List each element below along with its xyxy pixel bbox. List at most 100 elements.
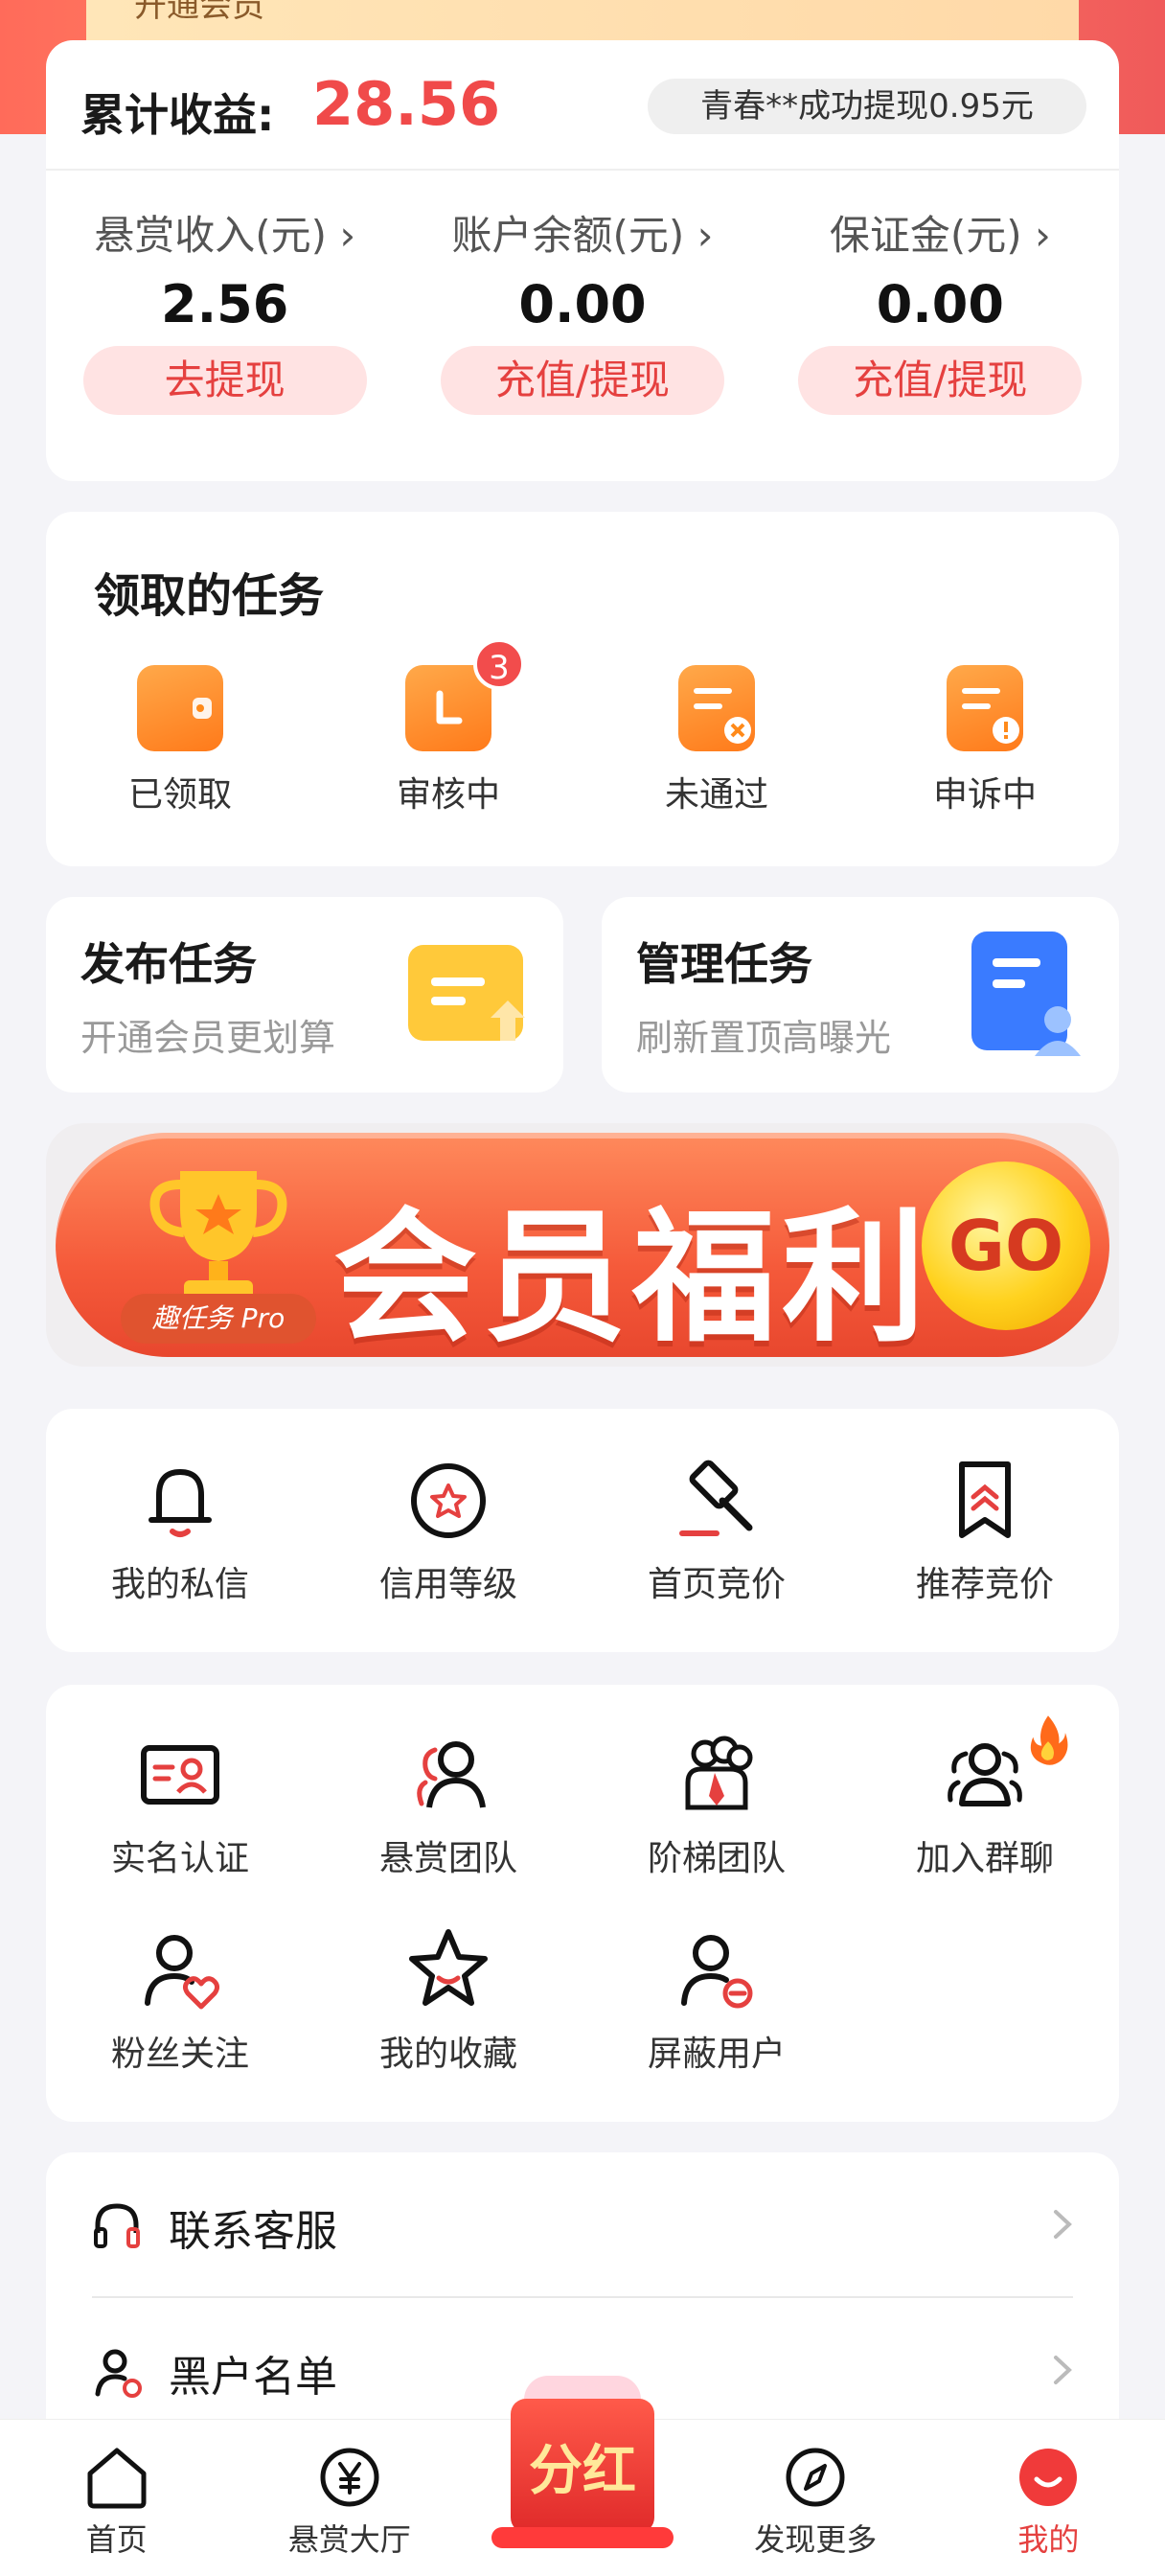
deposit-amount: 0.00 [876, 274, 1004, 334]
wallet-icon [137, 665, 223, 751]
earnings-header: 累计收益: 28.56 青春**成功提现0.95元 [46, 40, 1119, 171]
publish-task-title: 发布任务 [80, 938, 257, 990]
feature-ladder-team-label: 阶梯团队 [647, 1839, 786, 1878]
member-benefits-banner[interactable]: 趣任务 Pro 会员福利 GO [46, 1123, 1119, 1367]
block-user-icon [681, 1935, 753, 2009]
feature-grid-secondary: 实名认证 悬赏团队 阶梯团队 加入群聊 粉丝关注 我的收藏 屏蔽用户 [46, 1685, 1119, 2122]
banner-go-button[interactable]: GO [922, 1162, 1090, 1330]
bottom-tab-bar: 首页 悬赏大厅 分红 发现更多 我的 [0, 2376, 1165, 2576]
feature-recommend-bidding[interactable]: 推荐竞价 [851, 1451, 1119, 1606]
appeal-doc-icon [947, 665, 1023, 751]
bell-icon [148, 1469, 212, 1537]
home-icon [87, 2448, 147, 2509]
deposit-recharge-button[interactable]: 充值/提现 [798, 346, 1083, 415]
reward-income-column: 悬赏收入(元) › 2.56 去提现 [46, 209, 403, 458]
fans-heart-icon [145, 1935, 220, 2010]
feature-home-bidding[interactable]: 首页竞价 [582, 1451, 851, 1606]
tab-dividend-label: 分红 [529, 2440, 636, 2502]
feature-favorites-label: 我的收藏 [378, 2035, 517, 2074]
manage-task-subtitle: 刷新置顶高曝光 [636, 1017, 892, 1059]
team-icon [417, 1741, 486, 1808]
task-received-label: 已领取 [127, 775, 232, 815]
feature-real-name-label: 实名认证 [110, 1839, 249, 1878]
task-reviewing-label: 审核中 [396, 775, 500, 815]
tab-discover-label: 发现更多 [754, 2521, 878, 2558]
feature-real-name[interactable]: 实名认证 [46, 1725, 314, 1880]
feature-fans-follow[interactable]: 粉丝关注 [46, 1920, 314, 2076]
feature-reward-team[interactable]: 悬赏团队 [314, 1725, 582, 1880]
banner-text: 会员福利 [333, 1195, 932, 1362]
feature-messages[interactable]: 我的私信 [46, 1451, 314, 1606]
task-appealing[interactable]: 申诉中 [851, 665, 1119, 816]
tab-profile-label: 我的 [1017, 2521, 1080, 2558]
feature-my-favorites[interactable]: 我的收藏 [314, 1920, 582, 2076]
feature-fans-label: 粉丝关注 [110, 2035, 249, 2074]
deposit-label: 保证金(元) [829, 212, 1022, 259]
task-reviewing[interactable]: 3 审核中 [314, 638, 582, 816]
rejected-doc-icon [678, 665, 755, 751]
banner-tag: 趣任务 Pro [121, 1294, 316, 1344]
account-balance-label: 账户余额(元) [451, 212, 685, 259]
feature-block-user-label: 屏蔽用户 [647, 2035, 786, 2074]
publish-task-subtitle: 开通会员更划算 [80, 1017, 336, 1059]
tab-reward-hall[interactable]: 悬赏大厅 [233, 2420, 466, 2576]
account-balance-link[interactable]: 账户余额(元) › [403, 209, 761, 263]
star-icon [409, 1929, 488, 2006]
reward-income-link[interactable]: 悬赏收入(元) › [46, 209, 403, 263]
envelope-base [491, 2527, 674, 2548]
tab-dividend[interactable]: 分红 [466, 2376, 698, 2576]
deposit-link[interactable]: 保证金(元) › [762, 209, 1119, 263]
feature-ladder-team[interactable]: 阶梯团队 [582, 1725, 851, 1880]
publish-folder-icon [408, 945, 525, 1041]
feature-messages-label: 我的私信 [110, 1565, 249, 1604]
compass-icon [786, 2448, 845, 2507]
feature-reward-team-label: 悬赏团队 [378, 1839, 517, 1878]
feature-grid-primary: 我的私信 信用等级 首页竞价 推荐竞价 [46, 1409, 1119, 1652]
feature-credit-level[interactable]: 信用等级 [314, 1451, 582, 1606]
deposit-column: 保证金(元) › 0.00 充值/提现 [762, 209, 1119, 458]
chevron-right-icon [1054, 2210, 1072, 2239]
task-received[interactable]: 已领取 [46, 665, 314, 816]
received-tasks-card: 领取的任务 已领取 3 审核中 未通过 申诉中 [46, 512, 1119, 866]
earnings-total: 28.56 [312, 69, 501, 139]
group-chat-icon [948, 1743, 1022, 1806]
manage-task-card[interactable]: 管理任务 刷新置顶高曝光 [602, 897, 1119, 1092]
earnings-title: 累计收益: [80, 89, 275, 141]
feature-credit-label: 信用等级 [378, 1565, 517, 1604]
earnings-card: 累计收益: 28.56 青春**成功提现0.95元 悬赏收入(元) › 2.56… [46, 40, 1119, 481]
received-tasks-title: 领取的任务 [94, 569, 325, 623]
red-envelope-icon: 分红 [491, 2370, 674, 2562]
balance-recharge-button[interactable]: 充值/提现 [440, 346, 724, 415]
task-rejected[interactable]: 未通过 [582, 665, 851, 816]
blacklist-user-icon [95, 2349, 142, 2398]
tab-home-label: 首页 [85, 2521, 148, 2558]
list-item-customer-service[interactable]: 联系客服 [46, 2152, 1119, 2298]
credit-star-icon [411, 1463, 486, 1538]
publish-task-card[interactable]: 发布任务 开通会员更划算 [46, 897, 563, 1092]
tab-reward-hall-label: 悬赏大厅 [287, 2521, 411, 2558]
tab-discover[interactable]: 发现更多 [699, 2420, 932, 2576]
account-balance-amount: 0.00 [518, 274, 647, 334]
tab-profile[interactable]: 我的 [932, 2420, 1165, 2576]
id-card-icon [141, 1745, 219, 1805]
vip-banner-peek-text: 开通会员 [134, 0, 264, 25]
feature-recommend-bidding-label: 推荐竞价 [915, 1565, 1054, 1604]
withdraw-ticker: 青春**成功提现0.95元 [648, 79, 1086, 134]
chevron-right-icon [1054, 2356, 1072, 2384]
feature-block-user[interactable]: 屏蔽用户 [582, 1920, 851, 2076]
reward-income-amount: 2.56 [161, 274, 289, 334]
account-balance-column: 账户余额(元) › 0.00 充值/提现 [403, 209, 761, 458]
feature-home-bidding-label: 首页竞价 [647, 1565, 786, 1604]
bookmark-up-icon [959, 1461, 1011, 1538]
manage-task-title: 管理任务 [636, 938, 812, 990]
task-appealing-label: 申诉中 [932, 775, 1037, 815]
withdraw-button[interactable]: 去提现 [82, 346, 367, 415]
manage-document-icon [971, 932, 1081, 1056]
yuan-icon [320, 2448, 379, 2507]
profile-icon [1019, 2449, 1078, 2506]
feature-join-group[interactable]: 加入群聊 [851, 1715, 1119, 1880]
task-rejected-label: 未通过 [664, 775, 768, 815]
tab-home[interactable]: 首页 [0, 2420, 233, 2576]
headset-icon [94, 2203, 140, 2248]
feature-join-group-label: 加入群聊 [915, 1839, 1054, 1878]
